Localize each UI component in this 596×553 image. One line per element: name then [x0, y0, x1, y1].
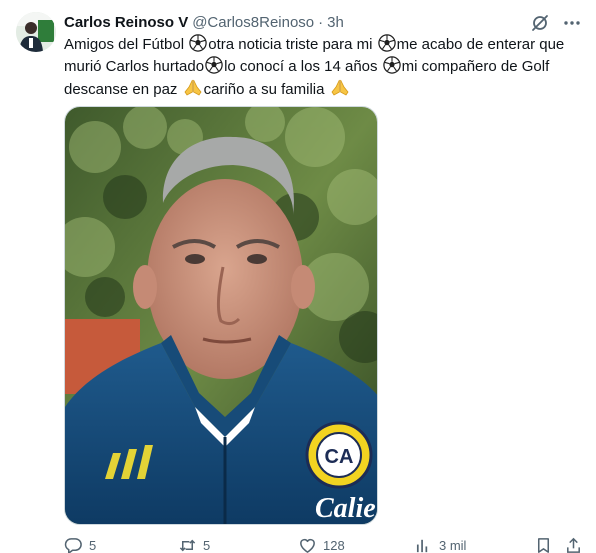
bookmark-icon	[534, 536, 553, 553]
reply-icon	[64, 536, 83, 553]
tweet-photo[interactable]: CA Calien	[64, 106, 378, 525]
top-actions	[530, 12, 582, 34]
jacket-text: Calien	[315, 493, 378, 524]
heart-icon	[298, 536, 317, 553]
like-count: 128	[323, 538, 345, 553]
tweet-header: Carlos Reinoso V @Carlos8Reinoso · 3h	[64, 12, 344, 32]
soccer-ball-icon	[377, 34, 396, 52]
tweet[interactable]: Carlos Reinoso V @Carlos8Reinoso · 3h Am…	[0, 0, 596, 553]
tweet-text-segment: mi compañero de Golf	[401, 58, 550, 75]
views-count: 3 mil	[439, 538, 467, 553]
tweet-text: Amigos del Fútbol otra noticia triste pa…	[64, 34, 584, 101]
tweet-text-segment: descanse en paz	[64, 81, 182, 98]
like-button[interactable]: 128	[298, 536, 345, 553]
tweet-text-line: Amigos del Fútbol otra noticia triste pa…	[64, 34, 584, 56]
views-button[interactable]: 3 mil	[414, 536, 466, 553]
tweet-text-line: descanse en paz cariño a su familia	[64, 78, 584, 101]
tweet-text-segment: murió Carlos hurtado	[64, 58, 205, 75]
views-icon	[414, 536, 433, 553]
soccer-ball-icon	[382, 56, 401, 74]
share-button[interactable]	[564, 536, 583, 553]
more-icon[interactable]	[562, 13, 582, 33]
tweet-text-segment: cariño a su familia	[203, 81, 329, 98]
bookmark-button[interactable]	[534, 536, 553, 553]
reply-button[interactable]: 5	[64, 536, 96, 553]
share-icon	[564, 536, 583, 553]
tweet-text-segment: lo conocí a los 14 años	[224, 58, 382, 75]
tweet-text-segment: me acabo de enterar que	[396, 36, 565, 53]
separator-dot: ·	[318, 13, 324, 31]
soccer-ball-icon	[189, 34, 207, 52]
user-handle[interactable]: @Carlos8Reinoso	[192, 14, 314, 31]
folded-hands-icon	[331, 79, 349, 96]
avatar[interactable]	[16, 12, 56, 52]
timestamp[interactable]: 3h	[327, 14, 344, 31]
tweet-text-line: murió Carlos hurtado lo conocí a los 14 a…	[64, 56, 584, 78]
grok-icon[interactable]	[530, 13, 550, 33]
retweet-icon	[178, 536, 197, 553]
tweet-text-segment: otra noticia triste para mi	[208, 36, 377, 53]
reply-count: 5	[89, 538, 97, 553]
tweet-text-segment: Amigos del Fútbol	[64, 36, 189, 53]
soccer-ball-icon	[205, 56, 223, 74]
crest-text: CA	[325, 446, 354, 468]
retweet-count: 5	[203, 538, 211, 553]
display-name[interactable]: Carlos Reinoso V	[64, 14, 188, 31]
retweet-button[interactable]: 5	[178, 536, 210, 553]
tweet-actions: 5 5 128 3 mil	[64, 536, 584, 553]
folded-hands-icon	[184, 79, 202, 96]
